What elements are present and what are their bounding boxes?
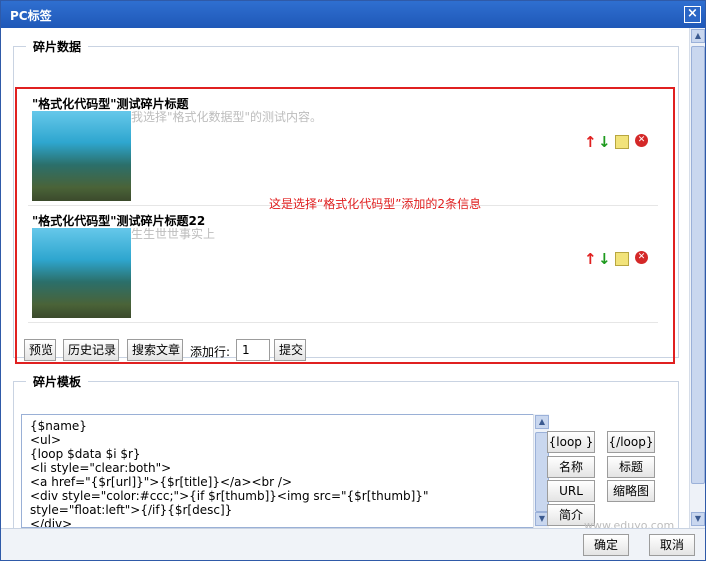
move-up-icon[interactable]: ↑ bbox=[584, 133, 597, 151]
scroll-up-icon[interactable]: ▲ bbox=[691, 29, 705, 43]
item-desc: 生生世世事实上 bbox=[131, 227, 216, 241]
dialog-content: 碎片数据 "格式化代码型"测试碎片标题 我选择"格式化数据型"的测试内容。 ↑ … bbox=[1, 28, 689, 528]
template-code-editor[interactable]: {$name} <ul> {loop $data $i $r} <li styl… bbox=[21, 414, 539, 528]
fragment-data-section: 碎片数据 "格式化代码型"测试碎片标题 我选择"格式化数据型"的测试内容。 ↑ … bbox=[13, 38, 679, 364]
item-thumbnail bbox=[32, 111, 131, 201]
fragment-template-legend: 碎片模板 bbox=[33, 375, 82, 389]
item-actions: ↑ ↓ ✕ bbox=[584, 133, 664, 153]
titlebar: PC标签 × bbox=[1, 1, 705, 28]
thumb-button[interactable]: 缩略图 bbox=[607, 480, 655, 502]
add-rows-label: 添加行: bbox=[190, 345, 231, 359]
scroll-down-icon[interactable]: ▼ bbox=[691, 512, 705, 526]
delete-icon[interactable]: ✕ bbox=[635, 134, 648, 147]
close-icon[interactable]: × bbox=[684, 6, 701, 23]
list-item: "格式化代码型"测试碎片标题 我选择"格式化数据型"的测试内容。 ↑ ↓ ✕ bbox=[28, 95, 658, 201]
scroll-up-icon[interactable]: ▲ bbox=[535, 415, 549, 429]
ok-button[interactable]: 确定 bbox=[583, 534, 629, 556]
history-button[interactable]: 历史记录 bbox=[63, 339, 119, 361]
fragment-data-legend: 碎片数据 bbox=[33, 40, 82, 54]
name-button[interactable]: 名称 bbox=[547, 456, 595, 478]
edit-icon[interactable] bbox=[615, 252, 629, 266]
dialog-title: PC标签 bbox=[10, 9, 52, 23]
item-actions: ↑ ↓ ✕ bbox=[584, 250, 664, 270]
url-button[interactable]: URL bbox=[547, 480, 595, 502]
add-rows-input[interactable] bbox=[236, 339, 270, 361]
submit-button[interactable]: 提交 bbox=[274, 339, 306, 361]
move-down-icon[interactable]: ↓ bbox=[598, 133, 611, 151]
delete-icon[interactable]: ✕ bbox=[635, 251, 648, 264]
dialog-scrollbar[interactable]: ▲ ▼ bbox=[689, 28, 705, 528]
loop-start-button[interactable]: {loop } bbox=[547, 431, 595, 453]
list-item: "格式化代码型"测试碎片标题22 生生世世事实上 ↑ ↓ ✕ bbox=[28, 212, 658, 318]
search-articles-button[interactable]: 搜索文章 bbox=[127, 339, 183, 361]
pc-tag-dialog: PC标签 × 碎片数据 "格式化代码型"测试碎片标题 我选择"格式化数据型"的测… bbox=[0, 0, 706, 561]
loop-end-button[interactable]: {/loop} bbox=[607, 431, 655, 453]
move-up-icon[interactable]: ↑ bbox=[584, 250, 597, 268]
scroll-thumb[interactable] bbox=[691, 46, 705, 484]
item-thumbnail bbox=[32, 228, 131, 318]
template-code[interactable]: {$name} <ul> {loop $data $i $r} <li styl… bbox=[22, 415, 538, 527]
dialog-footer: 确定 取消 bbox=[1, 528, 705, 560]
annotation-text: 这是选择“格式化代码型”添加的2条信息 bbox=[269, 197, 482, 211]
item-desc: 我选择"格式化数据型"的测试内容。 bbox=[131, 110, 323, 124]
item-divider bbox=[28, 322, 658, 323]
title-button[interactable]: 标题 bbox=[607, 456, 655, 478]
preview-button[interactable]: 预览 bbox=[24, 339, 56, 361]
cancel-button[interactable]: 取消 bbox=[649, 534, 695, 556]
move-down-icon[interactable]: ↓ bbox=[598, 250, 611, 268]
edit-icon[interactable] bbox=[615, 135, 629, 149]
